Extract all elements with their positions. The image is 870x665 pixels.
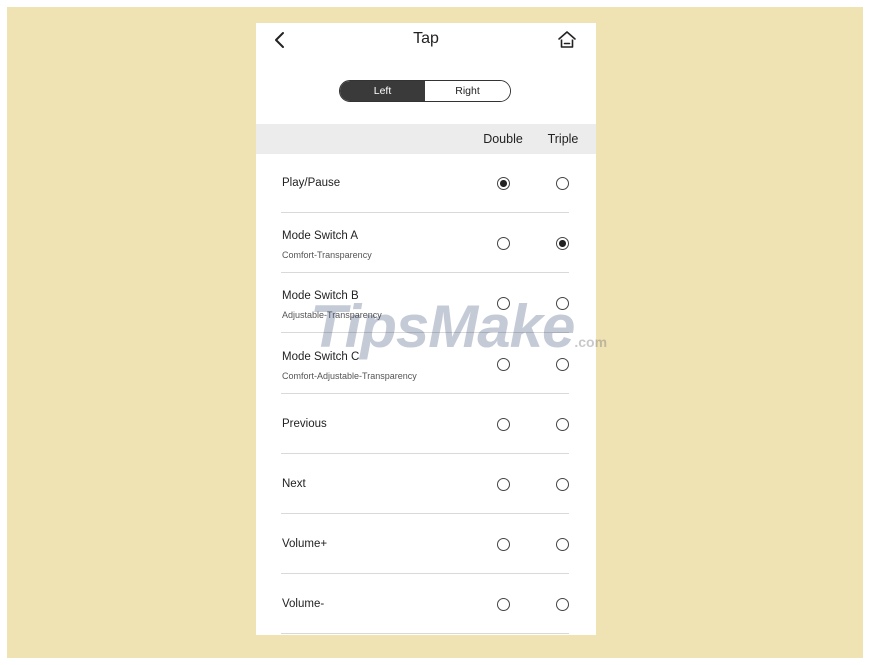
triple-tap-radio[interactable] xyxy=(556,538,569,552)
list-item: Play/Pause xyxy=(256,153,596,213)
double-tap-radio[interactable] xyxy=(497,357,510,371)
list-item: Mode Switch B Adjustable-Transparency xyxy=(256,273,596,334)
right-tab[interactable]: Right xyxy=(425,81,510,101)
top-bar: Tap xyxy=(256,23,596,57)
row-label: Play/Pause xyxy=(282,177,341,189)
double-tap-radio[interactable] xyxy=(497,598,510,612)
home-icon xyxy=(558,31,576,48)
double-tap-radio[interactable] xyxy=(497,538,510,552)
row-label: Mode Switch B xyxy=(282,290,359,303)
column-header: Double Triple xyxy=(256,124,596,154)
double-tap-radio[interactable] xyxy=(497,478,510,491)
row-label: Mode Switch C xyxy=(282,350,360,363)
row-sublabel: Adjustable-Transparency xyxy=(282,310,382,321)
list-item: Volume- xyxy=(256,574,596,635)
triple-tap-radio[interactable] xyxy=(556,357,569,371)
double-tap-radio[interactable] xyxy=(497,237,510,251)
row-label: Previous xyxy=(282,417,327,430)
triple-tap-radio[interactable] xyxy=(556,598,569,612)
page-title: Tap xyxy=(413,30,439,47)
triple-tap-radio[interactable] xyxy=(556,177,569,190)
double-tap-radio[interactable] xyxy=(497,417,510,431)
double-tap-radio[interactable] xyxy=(497,177,510,190)
triple-column-label: Triple xyxy=(547,132,579,146)
list-item: Previous xyxy=(256,394,596,454)
side-toggle: Left Right xyxy=(339,80,511,102)
list-item: Volume+ xyxy=(256,514,596,575)
row-divider xyxy=(281,633,569,635)
row-sublabel: Comfort-Transparency xyxy=(282,250,372,261)
row-label: Volume+ xyxy=(282,538,328,551)
double-tap-radio[interactable] xyxy=(497,297,510,311)
row-label: Next xyxy=(282,478,306,490)
triple-tap-radio[interactable] xyxy=(556,237,569,251)
row-label: Volume- xyxy=(282,598,325,611)
double-column-label: Double xyxy=(483,132,523,146)
list-item: Mode Switch C Comfort-Adjustable-Transpar… xyxy=(256,334,596,394)
triple-tap-radio[interactable] xyxy=(556,297,569,311)
phone-screen: Tap Left Right Double Triple Play/Pause M… xyxy=(256,23,596,635)
row-label: Mode Switch A xyxy=(282,230,359,243)
home-button[interactable] xyxy=(554,27,580,53)
list-item: Next xyxy=(256,454,596,514)
list-item: Mode Switch A Comfort-Transparency xyxy=(256,213,596,274)
triple-tap-radio[interactable] xyxy=(556,478,569,491)
triple-tap-radio[interactable] xyxy=(556,417,569,431)
row-sublabel: Comfort-Adjustable-Transparency xyxy=(282,370,417,381)
left-tab[interactable]: Left xyxy=(340,81,425,101)
